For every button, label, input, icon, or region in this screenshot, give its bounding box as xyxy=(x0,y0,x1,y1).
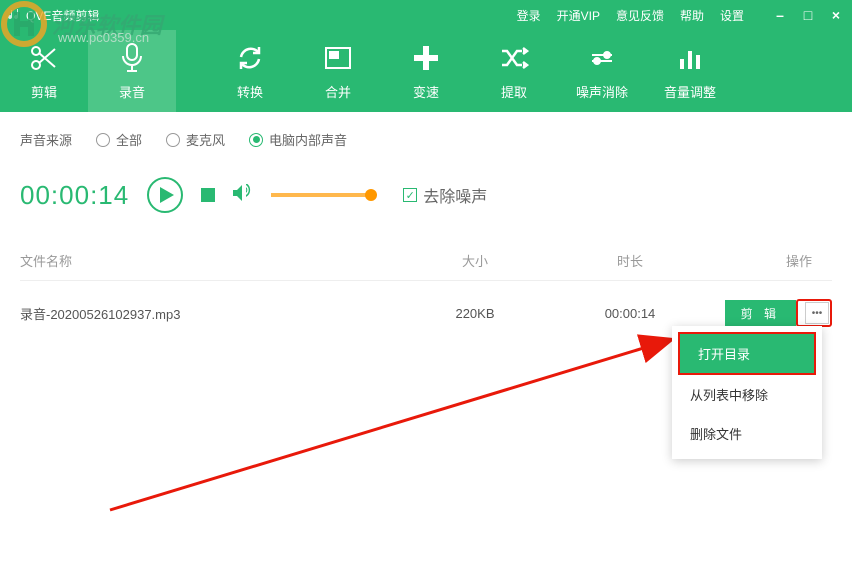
menu-settings[interactable]: 设置 xyxy=(720,7,744,24)
col-dur: 时长 xyxy=(560,251,700,270)
stop-button[interactable] xyxy=(201,188,215,202)
timer: 00:00:14 xyxy=(20,180,129,211)
source-label: 声音来源 xyxy=(20,130,72,149)
menu-delete[interactable]: 删除文件 xyxy=(672,414,822,453)
noise-icon xyxy=(586,42,618,74)
minimize-button[interactable]: – xyxy=(772,7,788,23)
table-header: 文件名称 大小 时长 操作 xyxy=(20,241,832,281)
col-op: 操作 xyxy=(700,251,832,270)
menu-open-dir[interactable]: 打开目录 xyxy=(680,334,814,373)
file-size: 220KB xyxy=(390,306,560,321)
more-button[interactable]: ••• xyxy=(805,302,829,324)
context-menu: 打开目录 从列表中移除 删除文件 xyxy=(672,326,822,459)
menu-help[interactable]: 帮助 xyxy=(680,7,704,24)
merge-icon xyxy=(322,42,354,74)
volume-icon[interactable] xyxy=(233,184,253,207)
denoise-checkbox[interactable]: ✓去除噪声 xyxy=(403,183,487,207)
file-name: 录音-20200526102937.mp3 xyxy=(20,304,390,323)
radio-internal[interactable]: 电脑内部声音 xyxy=(249,130,347,149)
radio-all[interactable]: 全部 xyxy=(96,130,142,149)
maximize-button[interactable]: □ xyxy=(800,7,816,23)
col-size: 大小 xyxy=(390,251,560,270)
volume-slider[interactable] xyxy=(271,193,371,197)
app-icon xyxy=(8,8,22,22)
edit-button[interactable]: 剪 辑 xyxy=(725,300,796,327)
watermark-url: www.pc0359.cn xyxy=(58,30,149,45)
speed-icon xyxy=(410,42,442,74)
menu-login[interactable]: 登录 xyxy=(517,7,541,24)
radio-mic[interactable]: 麦克风 xyxy=(166,130,225,149)
play-button[interactable] xyxy=(147,177,183,213)
file-duration: 00:00:14 xyxy=(560,306,700,321)
convert-icon xyxy=(234,42,266,74)
volume-bars-icon xyxy=(674,42,706,74)
tool-volume[interactable]: 音量调整 xyxy=(646,30,734,112)
app-title: QVE音频剪辑 xyxy=(26,7,99,24)
tool-extract[interactable]: 提取 xyxy=(470,30,558,112)
shuffle-icon xyxy=(498,42,530,74)
menu-remove[interactable]: 从列表中移除 xyxy=(672,375,822,414)
col-name: 文件名称 xyxy=(20,251,390,270)
tool-merge[interactable]: 合并 xyxy=(294,30,382,112)
menu-feedback[interactable]: 意见反馈 xyxy=(616,7,664,24)
titlebar: QVE音频剪辑 登录 开通VIP 意见反馈 帮助 设置 – □ × xyxy=(0,0,852,30)
close-button[interactable]: × xyxy=(828,7,844,23)
tool-convert[interactable]: 转换 xyxy=(206,30,294,112)
scissors-icon xyxy=(28,42,60,74)
tool-noise[interactable]: 噪声消除 xyxy=(558,30,646,112)
tool-speed[interactable]: 变速 xyxy=(382,30,470,112)
menu-vip[interactable]: 开通VIP xyxy=(557,7,600,24)
microphone-icon xyxy=(116,42,148,74)
